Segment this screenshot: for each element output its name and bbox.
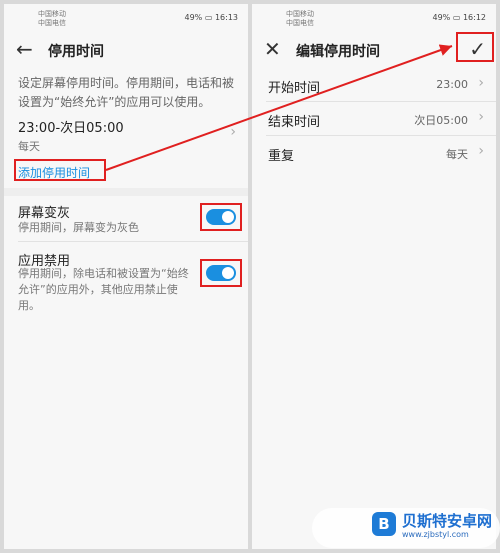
watermark-url: www.zjbstyl.com xyxy=(402,530,469,539)
annotation-arrows xyxy=(105,44,453,171)
watermark-logo-icon: B xyxy=(372,512,396,536)
watermark-name: 贝斯特安卓网 xyxy=(402,512,493,530)
annotation-arrow xyxy=(105,44,453,171)
site-watermark: B 贝斯特安卓网 www.zjbstyl.com xyxy=(312,508,500,548)
